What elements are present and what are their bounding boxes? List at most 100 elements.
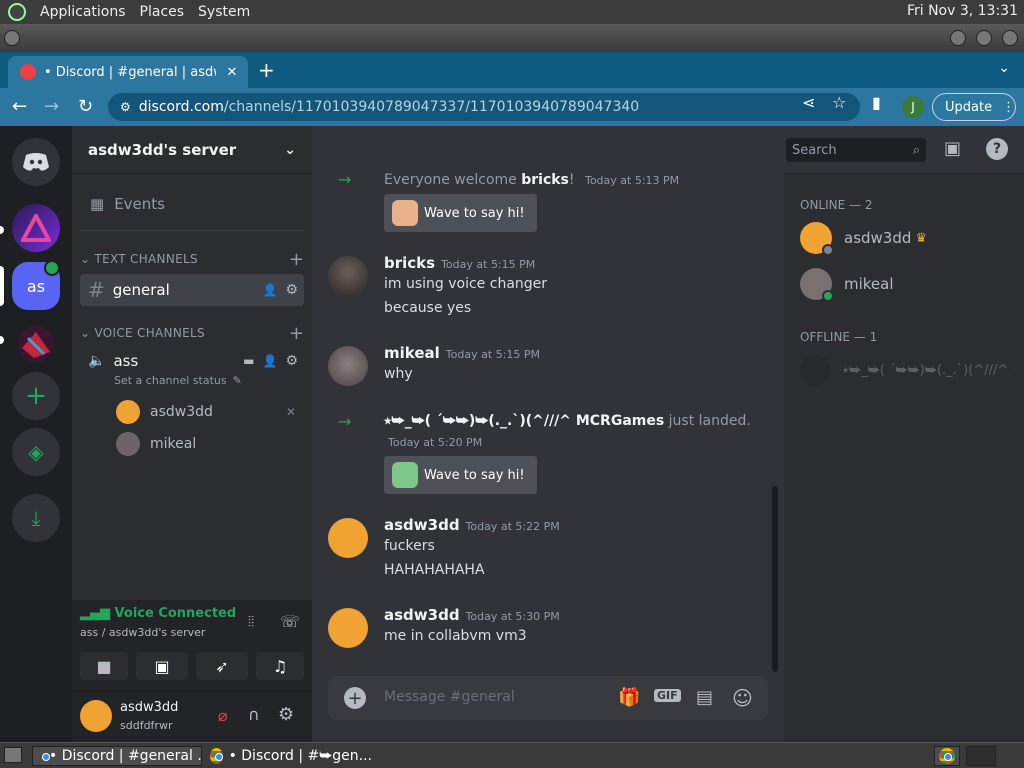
online-header: ONLINE — 2 <box>800 198 873 212</box>
channel-settings-icon[interactable]: ⚙ <box>285 282 298 298</box>
search-input[interactable]: Search ⌕ <box>786 138 926 162</box>
invite-icon[interactable]: 👤 <box>262 283 277 297</box>
avatar <box>800 354 831 386</box>
window-menu-icon[interactable] <box>4 30 20 46</box>
voice-status[interactable]: ▂▄▆ Voice Connected <box>80 606 236 621</box>
server-header[interactable]: asdw3dd's server ⌄ <box>72 126 312 174</box>
inbox-icon[interactable]: ▣ <box>944 138 961 159</box>
join2-post: just landed. <box>668 413 751 429</box>
create-channel-icon[interactable]: + <box>289 249 304 270</box>
avatar[interactable] <box>328 346 368 386</box>
gif-button[interactable]: GIF <box>654 689 681 702</box>
join2-name[interactable]: ⭑⮩_⮩( ´⮩⮩)⮩(._.`)(^///^ MCRGames <box>384 413 664 429</box>
taskbar-item-discord-1[interactable]: • Discord | #general ... <box>32 746 202 766</box>
join1-name[interactable]: bricks <box>521 172 569 188</box>
kebab-menu-icon[interactable]: ⋮ <box>1002 100 1015 115</box>
voice-location[interactable]: ass / asdw3dd's server <box>80 626 205 639</box>
site-info-icon[interactable]: ⚙ <box>120 100 131 114</box>
address-bar[interactable]: ⚙ discord.com/channels/11701039407890473… <box>108 93 860 121</box>
screen-share-button[interactable]: ▣ <box>136 652 188 680</box>
discord-home-icon[interactable] <box>12 138 60 186</box>
download-apps-icon[interactable]: ⤓ <box>12 494 60 542</box>
voice-member-mikeal[interactable]: mikeal <box>80 432 304 456</box>
author-name[interactable]: bricks <box>384 254 435 272</box>
menu-applications[interactable]: Applications <box>40 4 126 20</box>
minimize-icon[interactable] <box>950 30 966 46</box>
disconnect-icon[interactable]: ☏ <box>280 612 300 631</box>
workspace-2[interactable] <box>966 746 996 766</box>
server-icon-alpha[interactable] <box>12 204 60 252</box>
side-panel-icon[interactable]: ▮ <box>872 93 881 112</box>
author-name[interactable]: asdw3dd <box>384 516 460 534</box>
voice-settings-icon[interactable]: ⚙ <box>285 353 298 369</box>
mic-muted-icon[interactable]: ⌀ <box>218 706 228 725</box>
sticker-icon[interactable]: ▤ <box>696 687 713 708</box>
maximize-icon[interactable] <box>976 30 992 46</box>
noise-suppression-icon[interactable]: ⦙⦙ <box>248 614 254 630</box>
text-category-header[interactable]: ⌄ TEXT CHANNELS + <box>80 249 304 270</box>
server-icon-fighter[interactable] <box>12 320 60 368</box>
gnome-logo-icon[interactable] <box>8 3 26 21</box>
forward-icon[interactable]: → <box>44 96 59 117</box>
member-mcrgames[interactable]: ⭑⮩_⮩( ´⮩⮩)⮩(._.`)(^///^... <box>800 352 1010 388</box>
tab-close-icon[interactable]: ✕ <box>224 65 240 80</box>
channel-general[interactable]: # general 👤 ⚙ <box>80 274 304 306</box>
menu-system[interactable]: System <box>198 4 250 20</box>
update-button[interactable]: Update ⋮ <box>932 93 1016 121</box>
chat-bubble-icon[interactable]: ▬ <box>243 354 254 368</box>
author-name[interactable]: mikeal <box>384 344 440 362</box>
member-asdw3dd[interactable]: asdw3dd ♛ <box>800 220 1010 256</box>
message-input[interactable]: Message #general <box>384 689 515 705</box>
wave-button-2[interactable]: Wave to say hi! <box>384 456 537 494</box>
emoji-icon[interactable]: ☺ <box>732 686 753 710</box>
camera-button[interactable]: ■ <box>80 652 128 680</box>
speaker-icon: 🔈 <box>88 353 106 369</box>
share-icon[interactable]: ⋖ <box>802 93 815 112</box>
pencil-icon: ✎ <box>232 373 242 387</box>
avatar[interactable] <box>328 256 368 296</box>
add-server-icon[interactable]: + <box>12 372 60 420</box>
user-settings-icon[interactable]: ⚙ <box>278 704 294 725</box>
back-icon[interactable]: ← <box>12 96 27 117</box>
menu-places[interactable]: Places <box>140 4 185 20</box>
reload-icon[interactable]: ↻ <box>78 96 93 117</box>
avatar[interactable] <box>328 608 368 648</box>
panel-clock[interactable]: Fri Nov 3, 13:31 <box>907 3 1018 19</box>
help-icon[interactable]: ? <box>986 138 1008 160</box>
new-tab-icon[interactable]: + <box>258 58 275 82</box>
message-mikeal: mikeal Today at 5:15 PM why <box>328 344 768 386</box>
user-avatar[interactable] <box>80 700 112 732</box>
bookmark-star-icon[interactable]: ☆ <box>832 93 846 112</box>
browser-tab-discord[interactable]: • Discord | #general | asdw3dd ✕ <box>8 56 248 88</box>
create-voice-channel-icon[interactable]: + <box>289 323 304 344</box>
avatar <box>800 222 834 256</box>
voice-category-header[interactable]: ⌄ VOICE CHANNELS + <box>80 323 304 344</box>
headphones-icon[interactable]: ∩ <box>248 705 260 724</box>
taskbar-item-discord-2[interactable]: • Discord | #⮩gen... <box>206 746 376 766</box>
attach-plus-icon[interactable]: + <box>344 687 366 709</box>
avatar[interactable] <box>328 518 368 558</box>
events-item[interactable]: ▦ Events <box>80 190 304 218</box>
workspace-switcher[interactable] <box>934 746 960 766</box>
show-desktop-icon[interactable] <box>4 747 22 763</box>
window-titlebar[interactable] <box>0 24 1024 52</box>
gift-icon[interactable]: 🎁 <box>618 687 640 708</box>
soundboard-button[interactable]: ♫ <box>256 652 304 680</box>
user-name[interactable]: asdw3dd <box>120 700 178 715</box>
tab-search-chevron-icon[interactable]: ⌄ <box>998 60 1010 76</box>
member-mikeal[interactable]: mikeal <box>800 266 1010 302</box>
activities-button[interactable]: ➶ <box>196 652 248 680</box>
channel-sidebar: asdw3dd's server ⌄ ▦ Events ⌄ TEXT CHANN… <box>72 126 312 742</box>
invite-voice-icon[interactable]: 👤 <box>262 354 277 368</box>
set-channel-status[interactable]: Set a channel status ✎ <box>80 372 304 388</box>
chat-scrollbar[interactable] <box>772 486 778 672</box>
author-name[interactable]: asdw3dd <box>384 606 460 624</box>
voice-channel-ass[interactable]: 🔈 ass ▬ 👤 ⚙ <box>80 350 304 372</box>
profile-avatar[interactable]: J <box>902 96 924 118</box>
avatar <box>116 400 140 424</box>
close-window-icon[interactable] <box>1002 30 1018 46</box>
voice-member-asdw3dd[interactable]: asdw3dd ✕ <box>80 400 304 424</box>
hash-icon: # <box>88 278 105 302</box>
wave-button-1[interactable]: Wave to say hi! <box>384 194 537 232</box>
explore-servers-icon[interactable]: ◈ <box>12 428 60 476</box>
